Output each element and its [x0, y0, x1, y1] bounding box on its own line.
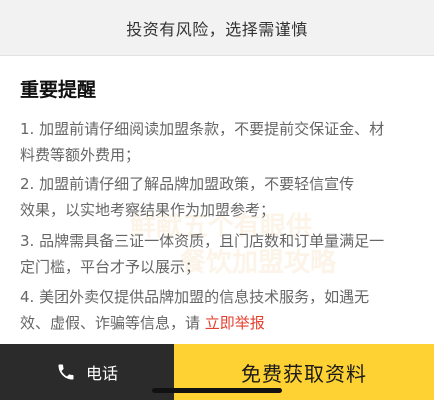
risk-banner: 投资有风险，选择需谨慎 — [0, 0, 434, 56]
notice-card: 重要提醒 鲜献五个有眼供 餐饮加盟攻略 1. 加盟前请仔细阅读加盟条款，不要提前… — [0, 56, 434, 398]
notice-item-3: 3. 品牌需具备三证一体资质，且门店数和订单量满足一 定门槛，平台才予以展示； — [20, 228, 414, 280]
notice-item-4-line-1: 4. 美团外卖仅提供品牌加盟的信息技术服务，如遇无 — [20, 288, 370, 306]
report-link[interactable]: 立即举报 — [205, 314, 265, 332]
notice-item-4-line-2-text: 效、虚假、诈骗等信息，请 — [20, 314, 205, 332]
notice-item-4-line-2: 效、虚假、诈骗等信息，请 立即举报 — [20, 310, 414, 336]
notice-title: 重要提醒 — [20, 79, 97, 101]
notice-item-1: 1. 加盟前请仔细阅读加盟条款，不要提前交保证金、材 料费等额外费用； — [20, 116, 414, 168]
call-button[interactable]: 电话 — [0, 344, 174, 400]
notice-item-2: 2. 加盟前请仔细了解品牌加盟政策，不要轻信宣传 效果，以实地考察结果作为加盟参… — [20, 171, 414, 223]
notice-item-2-line-2: 效果，以实地考察结果作为加盟参考； — [20, 201, 276, 219]
notice-item-1-line-1: 1. 加盟前请仔细阅读加盟条款，不要提前交保证金、材 — [20, 120, 385, 138]
notice-item-1-line-2: 料费等额外费用； — [20, 146, 141, 164]
notice-item-2-line-1: 2. 加盟前请仔细了解品牌加盟政策，不要轻信宣传 — [20, 175, 355, 193]
notice-item-3-line-1: 3. 品牌需具备三证一体资质，且门店数和订单量满足一 — [20, 232, 385, 250]
home-indicator — [152, 388, 282, 393]
free-info-button-label: 免费获取资料 — [241, 361, 367, 386]
phone-icon — [56, 362, 76, 382]
call-button-label: 电话 — [85, 364, 118, 383]
notice-item-3-line-2: 定门槛，平台才予以展示； — [20, 258, 201, 276]
notice-item-4: 4. 美团外卖仅提供品牌加盟的信息技术服务，如遇无 效、虚假、诈骗等信息，请 立… — [20, 284, 414, 336]
risk-banner-text: 投资有风险，选择需谨慎 — [126, 19, 308, 39]
